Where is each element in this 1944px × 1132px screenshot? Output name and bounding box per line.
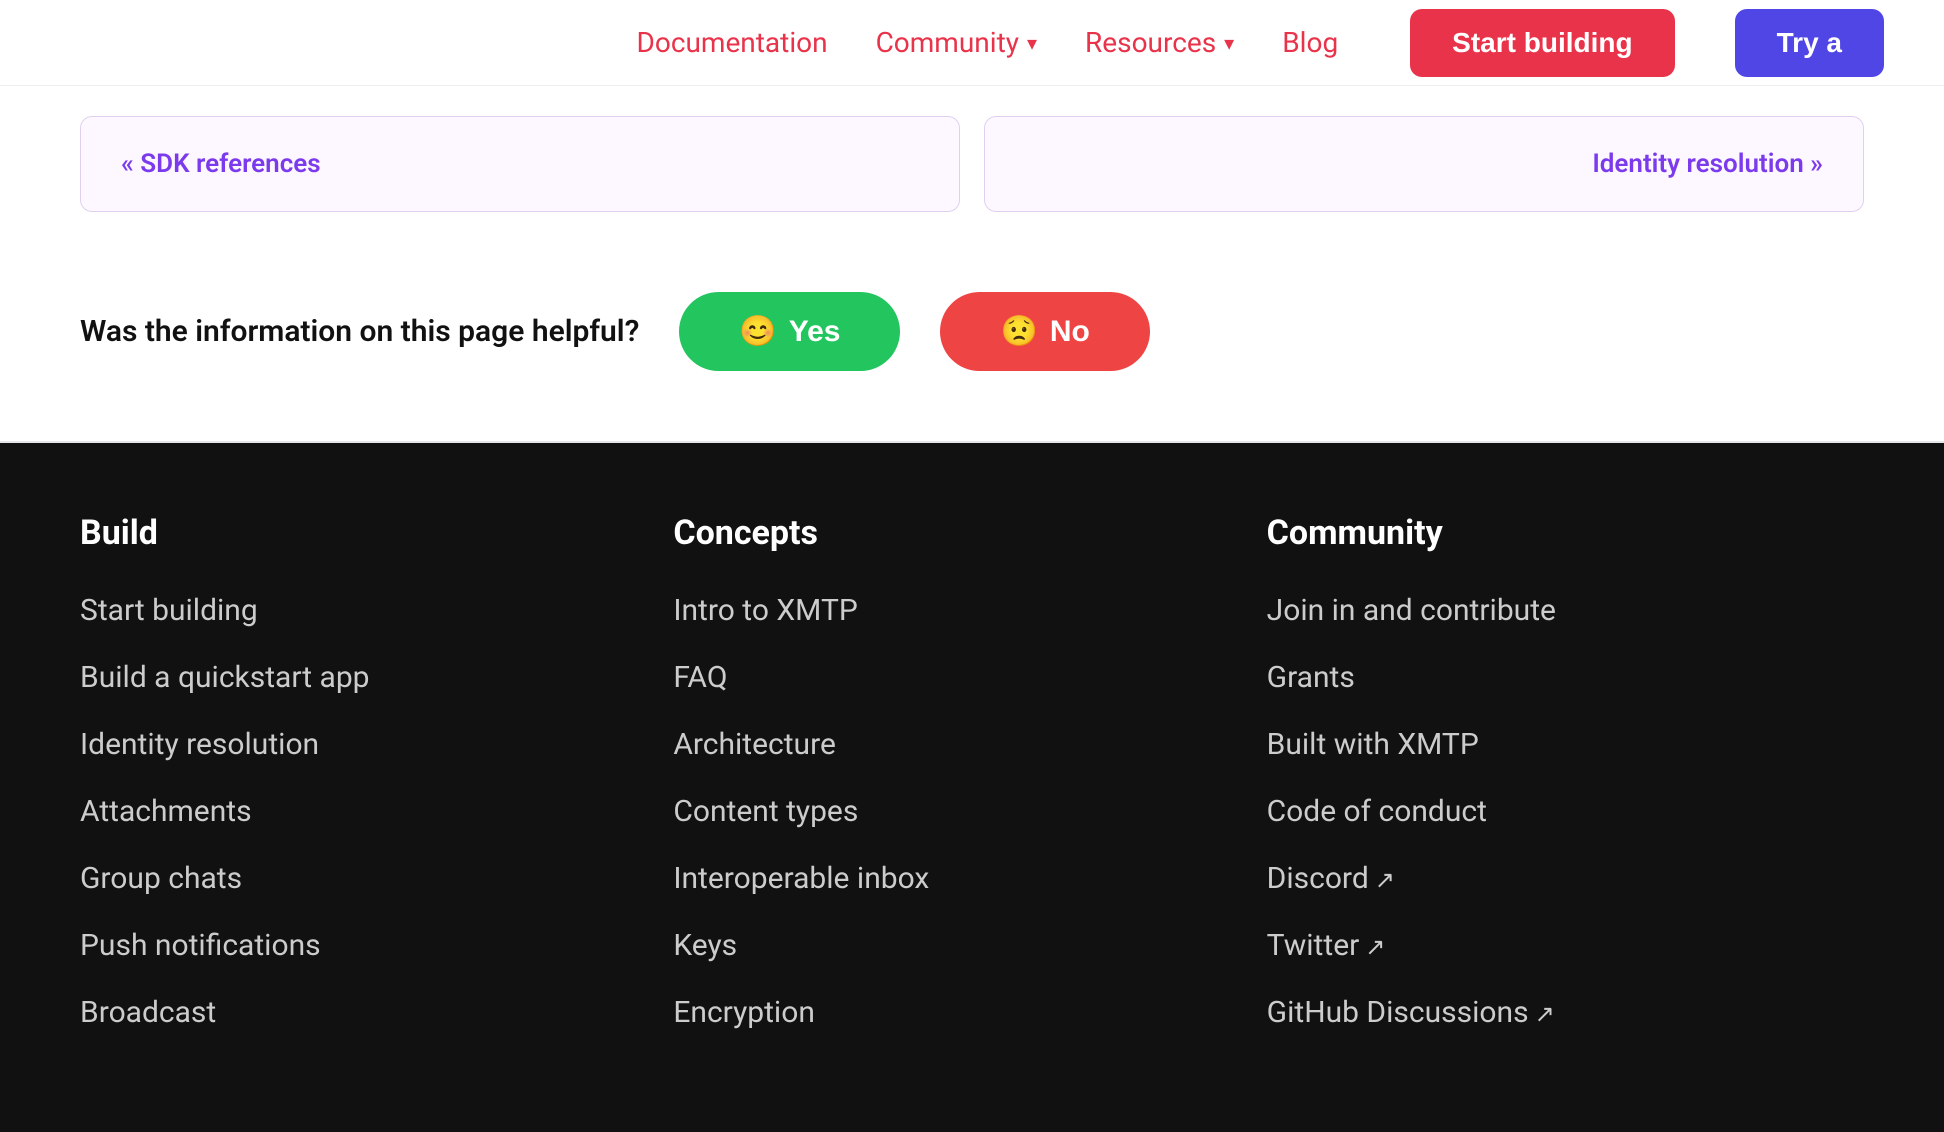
yes-emoji: 😊	[739, 314, 776, 349]
footer-link-github-discussions[interactable]: GitHub Discussions↗	[1267, 995, 1860, 1030]
footer-link-content-types[interactable]: Content types	[673, 794, 1266, 829]
yes-label: Yes	[789, 315, 841, 349]
no-emoji: 😟	[1000, 314, 1037, 349]
nav-documentation[interactable]: Documentation	[636, 26, 827, 59]
footer-link-faq[interactable]: FAQ	[673, 660, 1266, 695]
footer-link-architecture[interactable]: Architecture	[673, 727, 1266, 762]
no-button[interactable]: 😟 No	[940, 292, 1149, 371]
footer-link-group-chats[interactable]: Group chats	[80, 861, 673, 896]
footer-link-built-with-xmtp[interactable]: Built with XMTP	[1267, 727, 1860, 762]
prev-nav-card[interactable]: « SDK references	[80, 116, 960, 212]
footer-link-encryption[interactable]: Encryption	[673, 995, 1266, 1030]
start-building-button[interactable]: Start building	[1410, 9, 1674, 77]
external-link-icon: ↗	[1365, 933, 1385, 961]
feedback-question: Was the information on this page helpful…	[80, 314, 639, 349]
main-content: « SDK references Identity resolution » W…	[0, 0, 1944, 1132]
footer-link-keys[interactable]: Keys	[673, 928, 1266, 963]
footer-link-intro-xmtp[interactable]: Intro to XMTP	[673, 593, 1266, 628]
footer-link-quickstart-app[interactable]: Build a quickstart app	[80, 660, 673, 695]
footer-link-grants[interactable]: Grants	[1267, 660, 1860, 695]
yes-button[interactable]: 😊 Yes	[679, 292, 900, 371]
header: Documentation Community ▾ Resources ▾ Bl…	[0, 0, 1944, 86]
footer-concepts-title: Concepts	[673, 513, 1266, 553]
nav-community[interactable]: Community ▾	[876, 26, 1037, 59]
footer-grid: Build Start building Build a quickstart …	[80, 513, 1860, 1062]
footer-link-broadcast[interactable]: Broadcast	[80, 995, 673, 1030]
nav-blog[interactable]: Blog	[1282, 26, 1338, 59]
nav-cards: « SDK references Identity resolution »	[0, 86, 1944, 242]
feedback-section: Was the information on this page helpful…	[0, 242, 1944, 421]
prev-nav-link[interactable]: « SDK references	[121, 149, 321, 179]
next-nav-link[interactable]: Identity resolution »	[1025, 149, 1823, 179]
footer-link-interoperable-inbox[interactable]: Interoperable inbox	[673, 861, 1266, 896]
footer-link-start-building[interactable]: Start building	[80, 593, 673, 628]
footer-build-col: Build Start building Build a quickstart …	[80, 513, 673, 1062]
footer-build-title: Build	[80, 513, 673, 553]
external-link-icon: ↗	[1375, 866, 1395, 894]
main-nav: Documentation Community ▾ Resources ▾ Bl…	[636, 9, 1884, 77]
footer-link-push-notifications[interactable]: Push notifications	[80, 928, 673, 963]
footer: Build Start building Build a quickstart …	[0, 443, 1944, 1132]
footer-community-title: Community	[1267, 513, 1860, 553]
footer-link-discord[interactable]: Discord↗	[1267, 861, 1860, 896]
external-link-icon: ↗	[1535, 1000, 1555, 1028]
next-nav-card[interactable]: Identity resolution »	[984, 116, 1864, 212]
nav-resources[interactable]: Resources ▾	[1085, 26, 1234, 59]
no-label: No	[1050, 315, 1090, 349]
footer-community-col: Community Join in and contribute Grants …	[1267, 513, 1860, 1062]
footer-link-join-contribute[interactable]: Join in and contribute	[1267, 593, 1860, 628]
resources-chevron-icon: ▾	[1224, 31, 1234, 55]
footer-concepts-col: Concepts Intro to XMTP FAQ Architecture …	[673, 513, 1266, 1062]
footer-link-identity-resolution[interactable]: Identity resolution	[80, 727, 673, 762]
try-button[interactable]: Try a	[1735, 9, 1884, 77]
footer-link-attachments[interactable]: Attachments	[80, 794, 673, 829]
footer-link-twitter[interactable]: Twitter↗	[1267, 928, 1860, 963]
community-chevron-icon: ▾	[1027, 31, 1037, 55]
footer-link-code-of-conduct[interactable]: Code of conduct	[1267, 794, 1860, 829]
